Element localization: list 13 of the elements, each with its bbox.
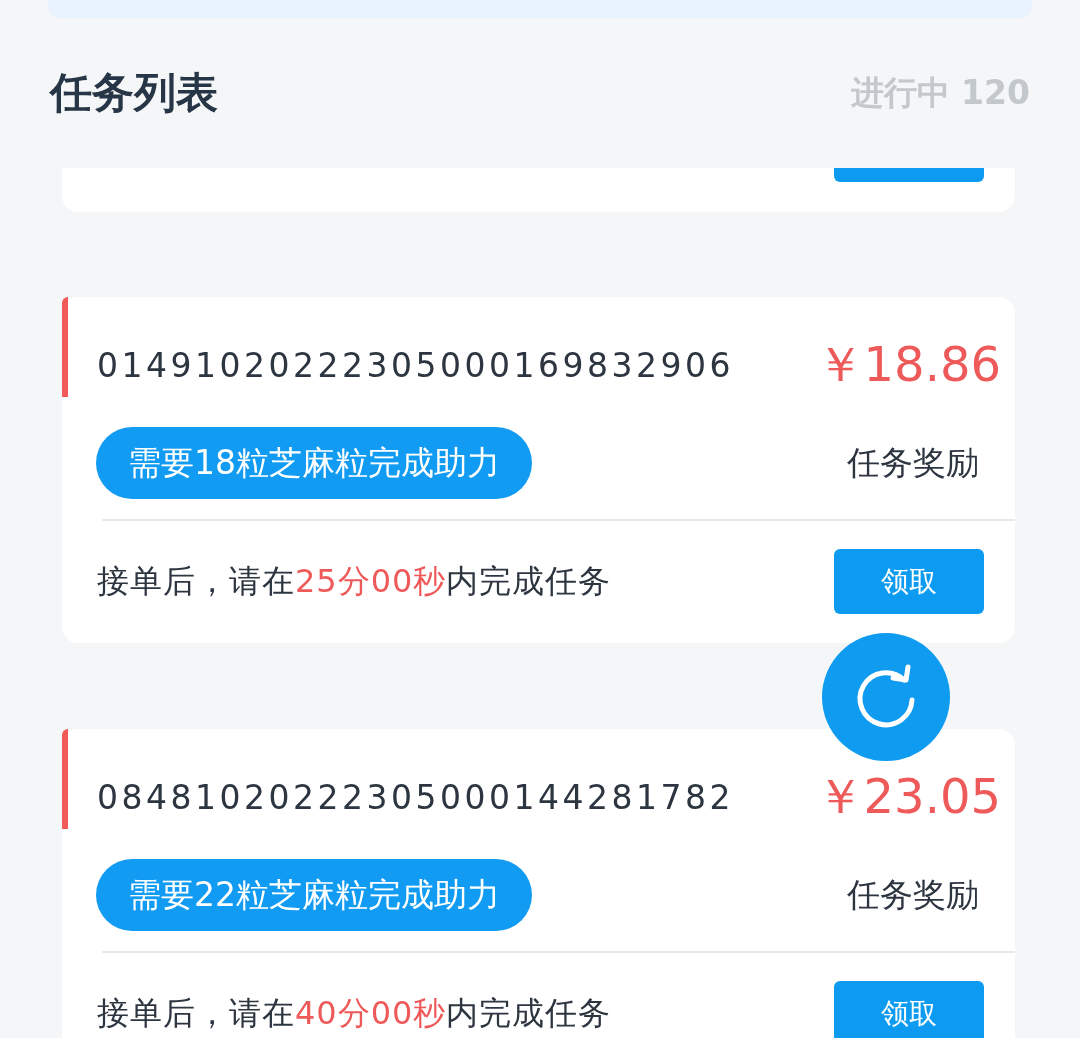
reward-amount: ￥18.86 xyxy=(815,335,1001,394)
deadline-text: 接单后，请在25分00秒内完成任务 xyxy=(97,560,612,602)
claim-button[interactable]: 领取 xyxy=(834,549,984,614)
reward-label: 任务奖励 xyxy=(847,441,979,484)
task-id: 08481020222305000144281782 xyxy=(97,777,734,817)
reward-amount: ￥23.05 xyxy=(815,767,1001,826)
section-title: 任务列表 xyxy=(50,67,218,119)
reward-label: 任务奖励 xyxy=(847,873,979,916)
claim-button[interactable]: 领取 xyxy=(834,981,984,1038)
deadline-text: 接单后，请在40分00秒内完成任务 xyxy=(97,992,612,1034)
requirement-tag: 需要22粒芝麻粒完成助力 xyxy=(96,859,532,931)
requirement-tag: 需要18粒芝麻粒完成助力 xyxy=(96,427,532,499)
task-id: 01491020222305000169832906 xyxy=(97,345,734,385)
